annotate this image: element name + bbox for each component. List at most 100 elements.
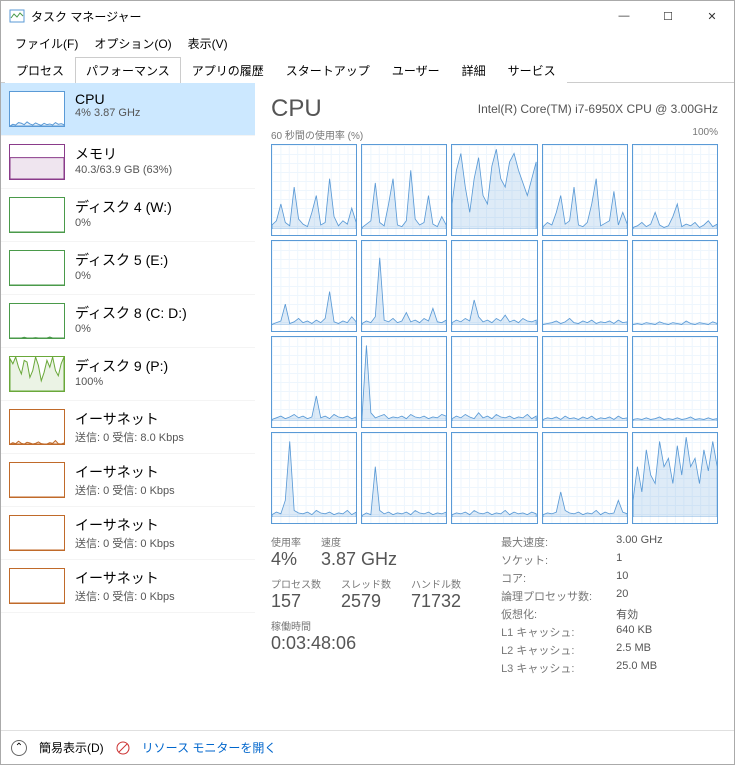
axis-labels: 60 秒間の使用率 (%) 100% <box>271 127 718 142</box>
sidebar-thumb-9 <box>9 568 65 604</box>
simple-view-button[interactable]: 簡易表示(D) <box>39 739 104 756</box>
sidebar-item-3[interactable]: ディスク 5 (E:)0% <box>1 242 255 295</box>
titlebar: タスク マネージャー — ☐ ✕ <box>1 1 734 31</box>
menu-view[interactable]: 表示(V) <box>180 33 236 54</box>
window-title: タスク マネージャー <box>31 8 602 25</box>
spec-val-7: 25.0 MB <box>616 660 662 676</box>
sidebar-item-1[interactable]: メモリ40.3/63.9 GB (63%) <box>1 136 255 189</box>
sidebar-sub-9: 送信: 0 受信: 0 Kbps <box>75 588 175 604</box>
cpu-model: Intel(R) Core(TM) i7-6950X CPU @ 3.00GHz <box>478 102 718 116</box>
core-chart-1 <box>361 144 447 236</box>
proc-value: 157 <box>271 591 321 612</box>
spec-val-3: 20 <box>616 588 662 604</box>
spec-val-2: 10 <box>616 570 662 586</box>
sidebar-title-2: ディスク 4 (W:) <box>75 197 172 217</box>
stats: 使用率4% 速度3.87 GHz プロセス数157 スレッド数2579 ハンドル… <box>271 534 718 676</box>
tab-4[interactable]: ユーザー <box>381 57 451 83</box>
sidebar-item-5[interactable]: ディスク 9 (P:)100% <box>1 348 255 401</box>
tab-2[interactable]: アプリの履歴 <box>181 57 275 83</box>
menu-options[interactable]: オプション(O) <box>86 33 179 54</box>
core-chart-14 <box>632 336 718 428</box>
spec-key-7: L3 キャッシュ: <box>501 660 592 676</box>
sidebar-item-8[interactable]: イーサネット送信: 0 受信: 0 Kbps <box>1 507 255 560</box>
close-button[interactable]: ✕ <box>690 1 734 31</box>
tab-0[interactable]: プロセス <box>5 57 75 83</box>
sidebar-title-6: イーサネット <box>75 409 184 429</box>
core-chart-3 <box>542 144 628 236</box>
sidebar-thumb-4 <box>9 303 65 339</box>
spec-key-1: ソケット: <box>501 552 592 568</box>
sidebar-title-9: イーサネット <box>75 568 175 588</box>
sidebar-sub-2: 0% <box>75 217 172 229</box>
tab-3[interactable]: スタートアップ <box>275 57 381 83</box>
thread-value: 2579 <box>341 591 391 612</box>
core-chart-18 <box>542 432 628 524</box>
core-chart-12 <box>451 336 537 428</box>
core-chart-10 <box>271 336 357 428</box>
core-chart-9 <box>632 240 718 332</box>
core-chart-5 <box>271 240 357 332</box>
usage-label: 使用率 <box>271 534 301 549</box>
core-chart-19 <box>632 432 718 524</box>
chevron-up-icon[interactable]: ⌃ <box>11 740 27 756</box>
spec-key-3: 論理プロセッサ数: <box>501 588 592 604</box>
sidebar-item-4[interactable]: ディスク 8 (C: D:)0% <box>1 295 255 348</box>
axis-left: 60 秒間の使用率 (%) <box>271 127 363 142</box>
minimize-button[interactable]: — <box>602 1 646 31</box>
spec-val-5: 640 KB <box>616 624 662 640</box>
sidebar-sub-3: 0% <box>75 270 168 282</box>
sidebar-item-7[interactable]: イーサネット送信: 0 受信: 0 Kbps <box>1 454 255 507</box>
maximize-button[interactable]: ☐ <box>646 1 690 31</box>
sidebar-item-9[interactable]: イーサネット送信: 0 受信: 0 Kbps <box>1 560 255 613</box>
sidebar-title-1: メモリ <box>75 144 172 164</box>
axis-right: 100% <box>692 127 718 142</box>
content-pane: CPU Intel(R) Core(TM) i7-6950X CPU @ 3.0… <box>255 83 734 730</box>
header: CPU Intel(R) Core(TM) i7-6950X CPU @ 3.0… <box>271 95 718 123</box>
sidebar-item-2[interactable]: ディスク 4 (W:)0% <box>1 189 255 242</box>
tab-1[interactable]: パフォーマンス <box>75 57 181 83</box>
sidebar-title-0: CPU <box>75 91 140 107</box>
spec-val-4: 有効 <box>616 606 662 622</box>
spec-key-5: L1 キャッシュ: <box>501 624 592 640</box>
no-entry-icon <box>116 741 130 755</box>
sidebar-thumb-0 <box>9 91 65 127</box>
sidebar-thumb-5 <box>9 356 65 392</box>
sidebar-title-8: イーサネット <box>75 515 175 535</box>
core-chart-2 <box>451 144 537 236</box>
sidebar-title-5: ディスク 9 (P:) <box>75 356 168 376</box>
core-chart-6 <box>361 240 447 332</box>
tab-6[interactable]: サービス <box>497 57 567 83</box>
core-grid[interactable] <box>271 144 718 524</box>
menu-file[interactable]: ファイル(F) <box>7 33 86 54</box>
sidebar-sub-6: 送信: 0 受信: 8.0 Kbps <box>75 429 184 445</box>
sidebar-item-0[interactable]: CPU4% 3.87 GHz <box>1 83 255 136</box>
uptime-label: 稼働時間 <box>271 618 461 633</box>
sidebar: CPU4% 3.87 GHzメモリ40.3/63.9 GB (63%)ディスク … <box>1 83 255 730</box>
sidebar-sub-7: 送信: 0 受信: 0 Kbps <box>75 482 175 498</box>
sidebar-thumb-6 <box>9 409 65 445</box>
sidebar-thumb-2 <box>9 197 65 233</box>
speed-label: 速度 <box>321 534 397 549</box>
spec-val-6: 2.5 MB <box>616 642 662 658</box>
spec-val-0: 3.00 GHz <box>616 534 662 550</box>
core-chart-4 <box>632 144 718 236</box>
tab-5[interactable]: 詳細 <box>451 57 497 83</box>
proc-label: プロセス数 <box>271 576 321 591</box>
resource-monitor-link[interactable]: リソース モニターを開く <box>142 739 277 756</box>
tab-bar: プロセスパフォーマンスアプリの履歴スタートアップユーザー詳細サービス <box>1 56 734 83</box>
spec-val-1: 1 <box>616 552 662 568</box>
sidebar-thumb-1 <box>9 144 65 180</box>
core-chart-13 <box>542 336 628 428</box>
cpu-title: CPU <box>271 95 322 123</box>
core-chart-17 <box>451 432 537 524</box>
sidebar-title-3: ディスク 5 (E:) <box>75 250 168 270</box>
sidebar-sub-8: 送信: 0 受信: 0 Kbps <box>75 535 175 551</box>
core-chart-11 <box>361 336 447 428</box>
core-chart-16 <box>361 432 447 524</box>
footer: ⌃ 簡易表示(D) リソース モニターを開く <box>1 730 734 764</box>
uptime-value: 0:03:48:06 <box>271 633 461 654</box>
usage-value: 4% <box>271 549 301 570</box>
sidebar-title-7: イーサネット <box>75 462 175 482</box>
spec-key-4: 仮想化: <box>501 606 592 622</box>
sidebar-item-6[interactable]: イーサネット送信: 0 受信: 8.0 Kbps <box>1 401 255 454</box>
